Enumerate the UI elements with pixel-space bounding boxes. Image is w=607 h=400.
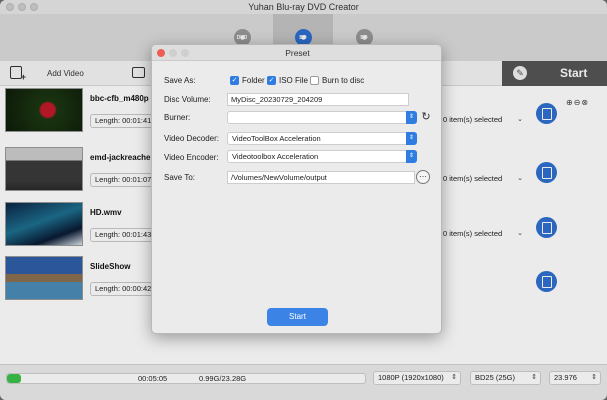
video-decoder-select[interactable]: VideoToolBox Acceleration ⇕ (227, 132, 417, 145)
burner-select[interactable]: ⇕ (227, 111, 417, 124)
chevron-updown-icon: ⇕ (406, 132, 417, 145)
chevron-updown-icon: ⇕ (406, 150, 417, 163)
browse-ellipsis-icon[interactable]: ⋯ (416, 170, 430, 184)
video-decoder-label: Video Decoder: (164, 134, 219, 143)
chevron-updown-icon: ⇕ (406, 111, 417, 124)
video-encoder-label: Video Encoder: (164, 153, 219, 162)
checkmark-icon: ✓ (267, 76, 276, 85)
dialog-title: Preset (285, 48, 310, 58)
folder-checkbox[interactable]: ✓ Folder (230, 76, 265, 85)
dialog-titlebar: Preset (152, 45, 441, 61)
save-to-label: Save To: (164, 173, 195, 182)
disc-volume-input[interactable]: MyDisc_20230729_204209 (227, 93, 409, 106)
refresh-icon[interactable]: ↻ (419, 110, 433, 124)
iso-file-checkbox[interactable]: ✓ ISO File (267, 76, 308, 85)
save-to-input[interactable]: /Volumes/NewVolume/output (227, 171, 415, 184)
video-encoder-select[interactable]: Videotoolbox Acceleration ⇕ (227, 150, 417, 163)
disc-volume-label: Disc Volume: (164, 95, 211, 104)
burn-to-disc-checkbox[interactable]: Burn to disc (310, 76, 364, 85)
burner-label: Burner: (164, 113, 191, 122)
preset-dialog: Preset Save As: ✓ Folder ✓ ISO File Burn t… (151, 44, 442, 334)
save-as-label: Save As: (164, 76, 196, 85)
checkmark-icon: ✓ (230, 76, 239, 85)
dialog-start-button[interactable]: Start (267, 308, 328, 326)
